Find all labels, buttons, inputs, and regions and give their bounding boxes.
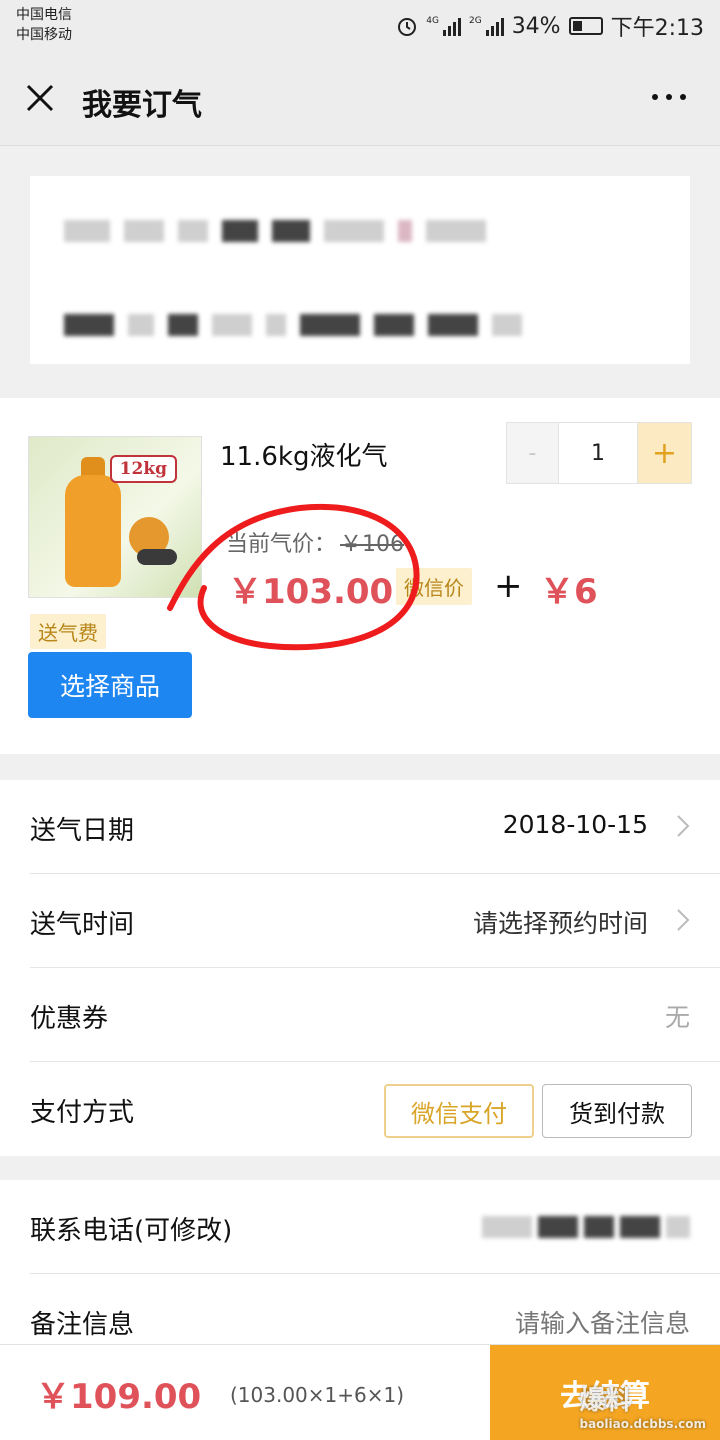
price-breakdown: (103.00×1+6×1) [230,1383,405,1407]
battery-icon [568,17,603,35]
order-form: 送气日期 2018-10-15 送气时间 请选择预约时间 优惠券 无 支付方式 … [0,780,720,1156]
delivery-time-placeholder: 请选择预约时间 [472,909,648,938]
delivery-date-row[interactable]: 送气日期 2018-10-15 [30,780,720,874]
quantity-stepper: - 1 + [506,422,692,484]
signal-icon-1: 4G [426,16,461,36]
watermark-text: 爆料 [579,1386,632,1416]
payment-label: 支付方式 [30,1098,135,1128]
wechat-pay-option[interactable]: 微信支付 [384,1084,534,1138]
quantity-minus-button[interactable]: - [507,423,559,483]
watermark: 爆料 baoliao.dcbbs.com [579,1380,706,1431]
chevron-right-icon [677,909,690,931]
delivery-time-label: 送气时间 [30,910,135,940]
address-name-line-blurred [64,218,486,244]
product-image: 12kg [28,436,202,598]
product-section: 12kg 11.6kg液化气 - 1 + 当前气价： ￥106 ￥103.00 微… [0,398,720,754]
contact-section: 联系电话(可修改) 备注信息 请输入备注信息 [0,1180,720,1350]
status-bar: 中国电信 中国移动 4G 2G 34% 下午2:13 [0,0,720,50]
quantity-plus-button[interactable]: + [637,423,691,483]
cash-on-delivery-option[interactable]: 货到付款 [542,1084,692,1138]
choose-product-button[interactable]: 选择商品 [28,652,192,718]
old-price-row: 当前气价： ￥106 [226,526,404,558]
clock: 下午2:13 [610,16,704,41]
quantity-value: 1 [591,440,605,466]
phone-row[interactable]: 联系电话(可修改) [30,1180,720,1274]
remark-input[interactable]: 请输入备注信息 [515,1304,690,1340]
plus-sign: + [494,566,523,606]
payment-row: 支付方式 微信支付 货到付款 [30,1062,720,1156]
carrier-info: 中国电信 中国移动 [16,5,72,45]
delivery-time-row[interactable]: 送气时间 请选择预约时间 [30,874,720,968]
product-image-tag: 12kg [109,455,177,483]
delivery-fee-label: 送气费 [30,614,106,649]
delivery-date-label: 送气日期 [30,816,135,846]
old-price-label: 当前气价： [226,532,337,557]
more-icon[interactable] [652,94,686,100]
alarm-icon [398,18,417,36]
total-price: ￥109.00 [36,1377,202,1417]
wechat-price: ￥103.00 [228,572,394,612]
coupon-label: 优惠券 [30,1004,109,1034]
watermark-url: baoliao.dcbbs.com [579,1417,706,1431]
signal-icon-2: 2G [469,16,504,36]
page-title: 我要订气 [82,88,202,123]
status-icons: 4G 2G 34% 下午2:13 [396,10,704,42]
chevron-right-icon [677,815,690,837]
old-price: ￥106 [340,532,405,557]
wechat-price-badge: 微信价 [396,568,472,605]
address-detail-line-blurred [64,312,522,338]
phone-value-blurred [482,1216,690,1238]
delivery-date-value: 2018-10-15 [502,810,648,839]
nav-bar: 我要订气 [0,50,720,146]
product-name: 11.6kg液化气 [220,442,388,472]
carrier-1: 中国电信 [16,7,72,23]
battery-percent: 34% [511,13,561,39]
carrier-2: 中国移动 [16,27,72,43]
coupon-value: 无 [664,1003,690,1032]
close-icon[interactable] [24,82,56,114]
coupon-row[interactable]: 优惠券 无 [30,968,720,1062]
remark-label: 备注信息 [30,1310,135,1340]
address-card[interactable] [30,176,690,364]
phone-label: 联系电话(可修改) [30,1216,233,1246]
delivery-fee: ￥6 [540,572,598,612]
